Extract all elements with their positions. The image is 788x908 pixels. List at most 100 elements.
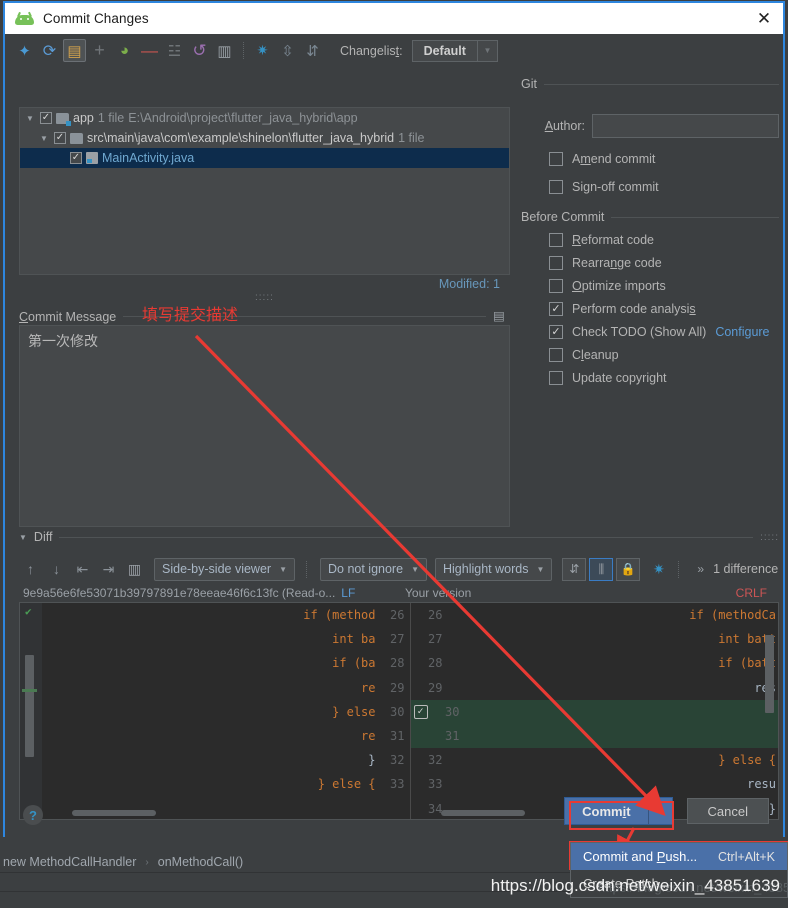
collapse-unchanged-icon[interactable]: ⇵ xyxy=(562,557,587,581)
checkbox[interactable] xyxy=(549,371,563,385)
scrollbar-thumb[interactable] xyxy=(25,655,34,757)
code-line: } 32 xyxy=(42,748,410,772)
cancel-button[interactable]: Cancel xyxy=(686,798,769,824)
checkbox[interactable]: ✓ xyxy=(549,325,563,339)
highlight-commit-button xyxy=(569,801,674,830)
checkbox[interactable] xyxy=(549,180,563,194)
menu-item-commit-and-push[interactable]: Commit and Push... Ctrl+Alt+K xyxy=(571,843,787,870)
menu-item-shortcut: Ctrl+Alt+K xyxy=(718,849,775,864)
changes-toolbar: ✦ ⟳ ▤ + ◕ — ☳ ↺ ▥ ✷ ⇳ ⇵ Changelist: Defa… xyxy=(5,34,783,67)
revert-icon[interactable]: ↺ xyxy=(188,39,211,62)
twisty-icon[interactable]: ▼ xyxy=(24,114,36,123)
horizontal-scrollbar[interactable] xyxy=(72,810,156,816)
diff-left-title-bar: 9e9a56e6fe53071b39797891e78eeae46f6c13fc… xyxy=(19,584,397,602)
lock-icon[interactable]: 🔒 xyxy=(616,557,641,581)
checkbox[interactable] xyxy=(549,279,563,293)
checkbox[interactable] xyxy=(549,348,563,362)
twisty-icon[interactable]: ▼ xyxy=(38,134,50,143)
line-number: 33 xyxy=(390,777,405,792)
help-button[interactable]: ? xyxy=(23,805,43,825)
table-row[interactable]: ▼ ✓ app 1 file E:\Android\project\flutte… xyxy=(20,108,509,128)
checkbox[interactable] xyxy=(549,152,563,166)
remove-icon[interactable]: — xyxy=(138,39,161,62)
option-sign-off-commit[interactable]: Sign-off commit xyxy=(521,180,779,194)
line-number: 28 xyxy=(428,656,443,671)
show-diff-icon[interactable]: ▤ xyxy=(63,39,86,62)
android-icon xyxy=(15,11,34,25)
configure-link[interactable]: Configure xyxy=(715,325,769,339)
diff-right-pane[interactable]: 26if (methodCa 27int batt 28if (batt 29r… xyxy=(409,603,778,819)
option-reformat-code[interactable]: Reformat code xyxy=(521,233,779,247)
more-options-icon[interactable]: » xyxy=(697,562,704,576)
option-rearrange-code[interactable]: Rearrange code xyxy=(521,256,779,270)
group-by-icon[interactable]: ☳ xyxy=(163,39,186,62)
row-checkbox[interactable]: ✓ xyxy=(70,152,82,164)
diff-viewer[interactable]: ✔ if (method 26 int ba 27 if (ba 28 re 29 } … xyxy=(19,602,779,820)
expand-icon[interactable]: ⇳ xyxy=(276,39,299,62)
diff-right-title: Your version xyxy=(405,586,472,600)
whitespace-mode-combo[interactable]: Do not ignore ▼ xyxy=(320,557,427,581)
option-check-todo[interactable]: ✓ Check TODO (Show All) Configure xyxy=(521,325,779,339)
splitter-grip[interactable]: ::::: xyxy=(760,532,779,543)
expand-all-icon[interactable]: ✦ xyxy=(13,39,36,62)
diff-left-pane[interactable]: if (method 26 int ba 27 if (ba 28 re 29 } el… xyxy=(42,603,410,819)
row-checkbox[interactable]: ✓ xyxy=(54,132,66,144)
option-label: Amend commit xyxy=(572,152,656,166)
option-update-copyright[interactable]: Update copyright xyxy=(521,371,779,385)
add-icon[interactable]: + xyxy=(88,39,111,62)
table-row[interactable]: ▼ ✓ src\main\java\com\example\shinelon\f… xyxy=(20,128,509,148)
option-perform-code-analysis[interactable]: ✓ Perform code analysis xyxy=(521,302,779,316)
checkbox[interactable] xyxy=(549,233,563,247)
accept-left-icon[interactable]: ⇤ xyxy=(71,558,94,581)
checkbox[interactable] xyxy=(549,256,563,270)
previous-difference-icon[interactable]: ↑ xyxy=(19,558,42,581)
tree-node-name: MainActivity.java xyxy=(102,151,195,165)
option-cleanup[interactable]: Cleanup xyxy=(521,348,779,362)
option-amend-commit[interactable]: Amend commit xyxy=(521,152,779,166)
diff-left-title: 9e9a56e6fe53071b39797891e78eeae46f6c13fc… xyxy=(23,586,336,600)
highlight-mode-combo[interactable]: Highlight words ▼ xyxy=(434,557,553,581)
edit-source-icon[interactable]: ▥ xyxy=(123,558,146,581)
before-commit-section: Before Commit Reformat code Rearrange co… xyxy=(521,210,779,385)
option-optimize-imports[interactable]: Optimize imports xyxy=(521,279,779,293)
changed-files-tree[interactable]: ▼ ✓ app 1 file E:\Android\project\flutte… xyxy=(19,107,510,275)
accept-change-checkbox[interactable]: ✓ xyxy=(413,704,428,719)
line-number: 26 xyxy=(428,608,443,623)
chevron-down-icon[interactable]: ▼ xyxy=(476,40,497,61)
git-section: Git Author: Amend commit Sign-off commit xyxy=(521,77,779,194)
next-difference-icon[interactable]: ↓ xyxy=(45,558,68,581)
twisty-icon[interactable]: ▼ xyxy=(19,533,27,542)
refresh-icon[interactable]: ⟳ xyxy=(38,39,61,62)
edit-source-icon[interactable]: ▥ xyxy=(213,39,236,62)
horizontal-scrollbar[interactable] xyxy=(440,810,525,816)
commit-history-icon[interactable]: ▤ xyxy=(493,308,510,325)
author-field[interactable] xyxy=(592,114,779,138)
settings-icon[interactable]: ✷ xyxy=(251,39,274,62)
table-row[interactable]: ✓ MainActivity.java xyxy=(20,148,509,168)
breadcrumb-item[interactable]: new MethodCallHandler xyxy=(3,855,136,869)
author-row: Author: xyxy=(521,114,779,138)
accept-right-icon[interactable]: ⇥ xyxy=(97,558,120,581)
tree-node-meta: 1 file xyxy=(398,131,425,145)
row-checkbox[interactable]: ✓ xyxy=(40,112,52,124)
splitter-grip[interactable]: ::::: xyxy=(255,292,274,303)
close-icon[interactable]: ✕ xyxy=(751,6,777,32)
viewer-mode-value: Side-by-side viewer xyxy=(162,562,272,576)
viewer-mode-combo[interactable]: Side-by-side viewer ▼ xyxy=(154,557,295,581)
new-changelist-icon[interactable]: ◕ xyxy=(113,39,136,62)
commit-message-input[interactable]: 第一次修改 xyxy=(19,325,510,527)
diff-section-header: ▼ Diff ::::: xyxy=(19,530,779,544)
breadcrumb-item[interactable]: onMethodCall() xyxy=(158,855,243,869)
folder-icon xyxy=(70,132,83,144)
code-line: } else 30 xyxy=(42,700,410,724)
diff-settings-icon[interactable]: ✷ xyxy=(647,558,670,581)
module-folder-icon xyxy=(56,112,71,126)
diff-left-line-ending[interactable]: LF xyxy=(341,586,355,600)
split-view-icon[interactable]: ⫼ xyxy=(589,557,614,581)
scrollbar-thumb[interactable] xyxy=(765,635,774,713)
diff-right-line-ending[interactable]: CRLF xyxy=(736,586,767,600)
toolbar-separator xyxy=(678,560,680,578)
collapse-icon[interactable]: ⇵ xyxy=(301,39,324,62)
changelist-combo[interactable]: Default ▼ xyxy=(411,39,498,62)
checkbox[interactable]: ✓ xyxy=(549,302,563,316)
